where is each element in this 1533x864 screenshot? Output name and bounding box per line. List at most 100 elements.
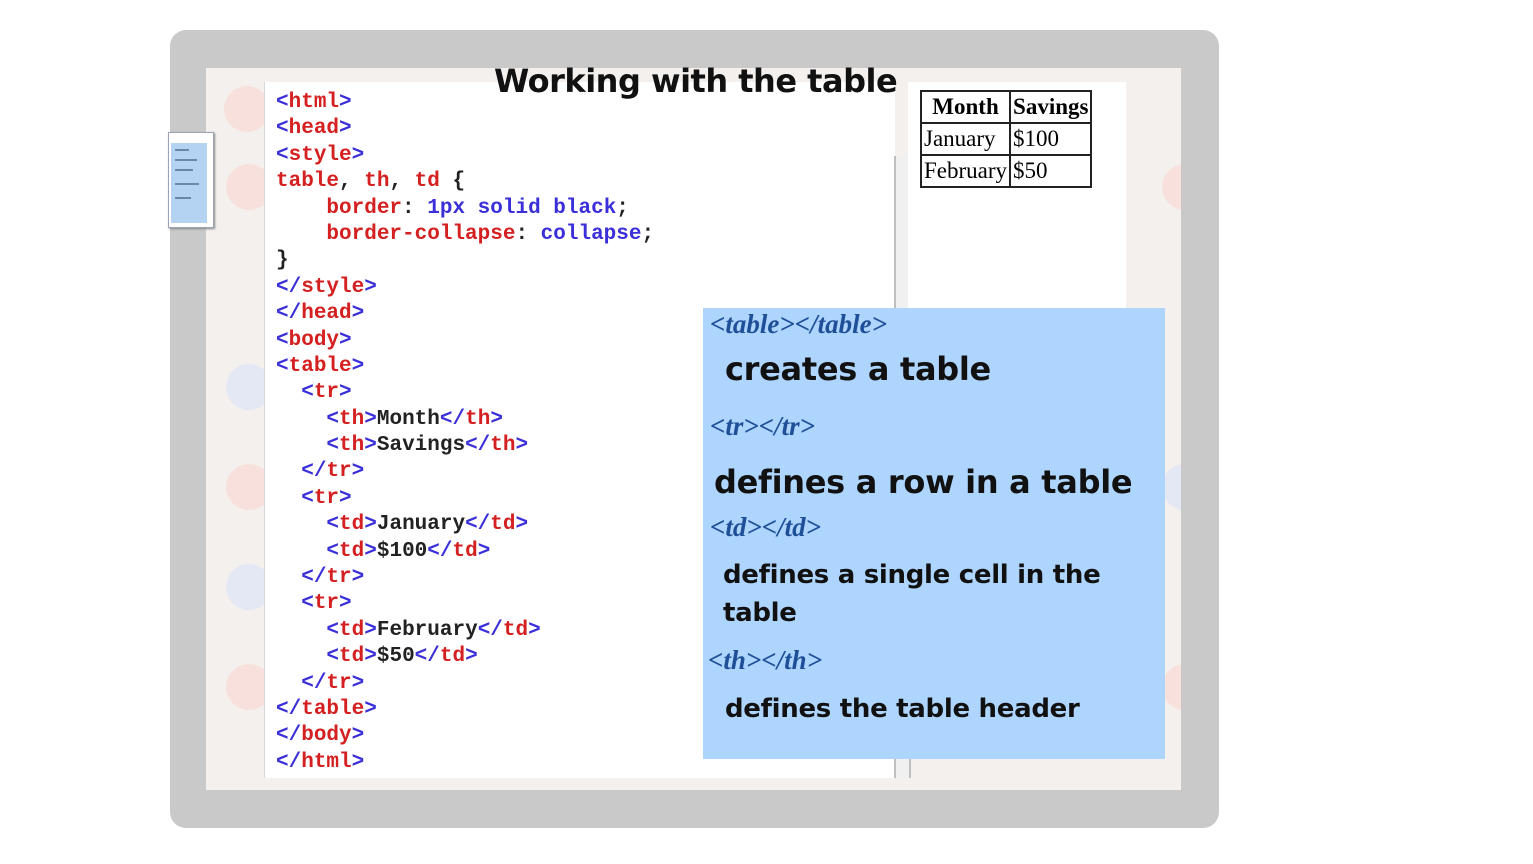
code-token: > [465, 645, 478, 669]
code-token: table [301, 697, 365, 721]
code-line: <th>Month</th> [276, 407, 654, 433]
code-token: > [351, 460, 365, 484]
table-cell: $100 [1009, 122, 1093, 156]
code-token: td [414, 170, 440, 194]
code-token: collapse [540, 222, 642, 246]
tr-tag-label: <tr></tr> [710, 411, 816, 441]
table-header-row: Month Savings [919, 90, 1093, 124]
code-token: > [351, 354, 365, 378]
code-token: > [515, 434, 529, 458]
table-row: January $100 [919, 122, 1093, 156]
code-token: 1px solid black [427, 196, 617, 220]
code-token: html [301, 750, 352, 774]
code-line: <th>Savings</th> [276, 433, 654, 459]
thumbnail-preview [171, 143, 207, 223]
thumbnail-line [175, 159, 197, 161]
code-token: < [276, 143, 289, 167]
code-token: tr [313, 381, 340, 405]
code-token: body [301, 724, 352, 748]
code-token: January [376, 513, 466, 537]
code-token: Month [376, 407, 440, 431]
code-line: <td>January</td> [276, 512, 654, 538]
code-token: > [364, 434, 377, 458]
code-token: > [364, 645, 377, 669]
table-header-cell: Month [919, 90, 1012, 124]
code-token: </ [276, 724, 302, 748]
code-token: th [465, 407, 491, 431]
code-line: </tr> [276, 671, 654, 697]
code-line: <table> [276, 354, 654, 380]
code-token: td [452, 539, 478, 563]
code-token: </ [427, 539, 453, 563]
code-line: </html> [276, 750, 654, 776]
code-token: th [364, 170, 390, 194]
code-line: </style> [276, 275, 654, 301]
code-token: > [351, 566, 365, 590]
code-token: { [439, 170, 466, 194]
code-token: < [326, 434, 340, 458]
code-line: </head> [276, 301, 654, 327]
code-line: </tr> [276, 459, 654, 485]
code-token: > [364, 697, 377, 721]
html-code-block: <html> <head> <style> table, th, td { borde… [276, 90, 654, 776]
code-token: </ [276, 750, 302, 774]
code-token: ; [641, 222, 655, 246]
code-line: <td>February</td> [276, 618, 654, 644]
code-token: } [276, 249, 289, 273]
code-token: February [376, 618, 478, 642]
code-token: </ [301, 460, 327, 484]
code-token: , [339, 170, 365, 194]
thumbnail-line [175, 169, 193, 171]
code-line: <tr> [276, 591, 654, 617]
code-token: > [339, 381, 352, 405]
tr-tag-description: defines a row in a table [714, 463, 1133, 501]
code-token: </ [276, 275, 302, 299]
code-token: th [490, 434, 516, 458]
code-token: < [276, 328, 289, 352]
code-token: < [301, 592, 314, 616]
code-token: tr [313, 486, 340, 510]
code-token: < [326, 539, 340, 563]
code-token: > [351, 143, 365, 167]
th-tag-label: <th></th> [708, 645, 823, 675]
code-token: </ [477, 618, 503, 642]
code-line: border: 1px solid black; [276, 196, 654, 222]
code-token: > [339, 592, 352, 616]
code-token: body [288, 328, 340, 352]
code-token: Savings [376, 434, 466, 458]
code-token: tr [326, 460, 352, 484]
code-token: td [339, 513, 365, 537]
code-token: > [490, 407, 503, 431]
code-token: </ [276, 697, 302, 721]
slide-thumbnail[interactable] [168, 132, 214, 228]
code-token: > [364, 618, 377, 642]
code-token: table [288, 354, 352, 378]
table-tag-label: <table></table> [710, 309, 888, 339]
code-token: < [301, 381, 314, 405]
code-token: td [339, 645, 365, 669]
code-token: < [276, 91, 289, 114]
code-token: style [301, 275, 365, 299]
code-token: < [326, 407, 340, 431]
td-tag-description-line1: defines a single cell in the [723, 560, 1101, 590]
table-row: February $50 [919, 154, 1093, 188]
code-line: <tr> [276, 486, 654, 512]
thumbnail-line [175, 149, 189, 151]
code-token: > [351, 671, 365, 695]
code-token: > [339, 117, 352, 141]
code-line: } [276, 248, 654, 274]
code-token: > [364, 539, 377, 563]
code-line: <style> [276, 143, 654, 169]
code-token: > [351, 302, 365, 326]
code-token: </ [414, 645, 440, 669]
